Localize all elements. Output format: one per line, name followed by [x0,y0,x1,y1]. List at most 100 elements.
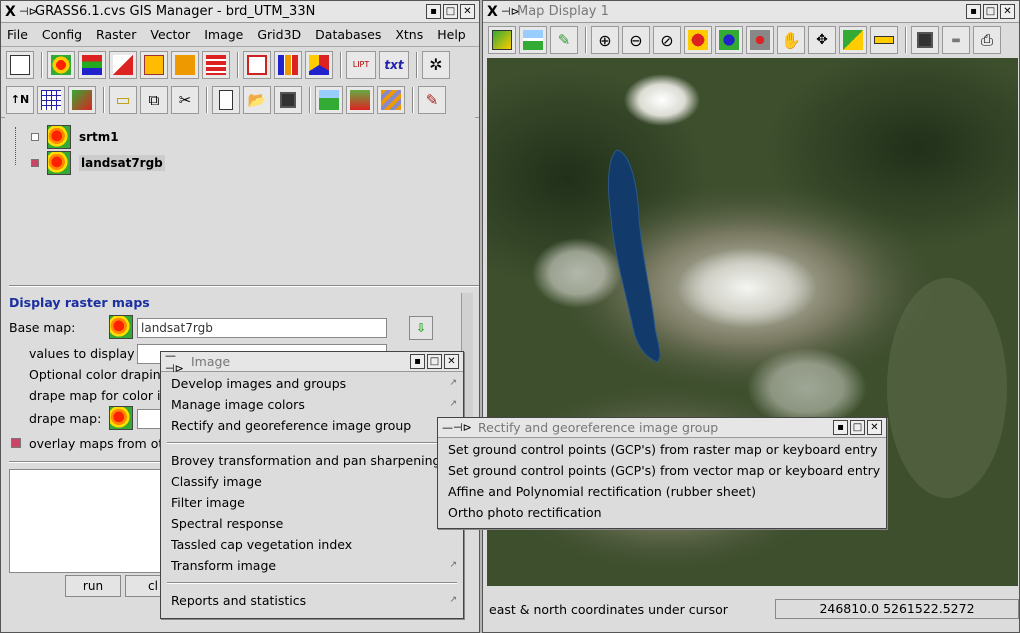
save-icon[interactable] [911,26,939,54]
menu-item-gcp-raster[interactable]: Set ground control points (GCP's) from r… [448,442,878,457]
menu-divider [167,582,457,584]
menu-config[interactable]: Config [42,27,82,42]
raster-layer-icon[interactable] [47,50,75,79]
base-map-raster-icon[interactable] [109,315,133,339]
erase-icon[interactable]: ✎ [550,26,578,54]
minimize-button[interactable]: ▪ [833,420,848,435]
menu-grid3d[interactable]: Grid3D [257,27,301,42]
menu-databases[interactable]: Databases [315,27,381,42]
rectify-menu-titlebar[interactable]: —⊣⊳ Rectify and georeference image group… [438,418,886,438]
rgb-layer-icon[interactable] [78,50,106,79]
menu-item-rectify[interactable]: Rectify and georeference image group [171,418,411,433]
export-dropdown-icon[interactable]: ▬ [942,26,970,54]
menu-item-reports[interactable]: Reports and statistics [171,593,306,608]
menu-item-develop-images[interactable]: Develop images and groups [171,376,346,391]
fly-through-icon[interactable] [346,85,374,114]
maximize-button[interactable]: □ [443,4,458,19]
new-display-icon[interactable] [6,50,34,79]
histogram-icon[interactable] [109,50,137,79]
query-icon[interactable]: ⇩ [409,316,433,340]
close-button[interactable]: ✕ [867,420,882,435]
menu-image[interactable]: Image [204,27,243,42]
pan-icon[interactable]: ✋ [777,26,805,54]
menu-item-gcp-vector[interactable]: Set ground control points (GCP's) from v… [448,463,880,478]
zoom-default-icon[interactable] [746,26,774,54]
new-file-icon[interactable] [212,85,240,114]
pin-icon[interactable]: ⊣⊳ [501,5,520,18]
maximize-button[interactable]: □ [983,4,998,19]
values-label: values to display [29,346,135,361]
query-map-icon[interactable]: ✥ [808,26,836,54]
minimize-button[interactable]: ▪ [410,354,425,369]
cut-icon[interactable]: ✂ [171,85,199,114]
minimize-button[interactable]: ▪ [426,4,441,19]
zoom-map-icon[interactable] [715,26,743,54]
north-arrow-icon[interactable]: ↑N [6,85,34,114]
pane-sash[interactable] [9,285,479,287]
gis-manager-titlebar[interactable]: X ⊣⊳ GRASS6.1.cvs GIS Manager - brd_UTM_… [1,1,479,23]
query-icon[interactable] [839,26,867,54]
label-icon[interactable]: LIPT [346,50,376,79]
save-icon[interactable] [274,85,302,114]
cell-values-icon[interactable] [140,50,168,79]
nviz-icon[interactable] [315,85,343,114]
gear-icon[interactable]: ✲ [422,50,450,79]
menu-item-transform[interactable]: Transform image [171,558,276,573]
pin-icon[interactable]: —⊣⊳ [165,349,191,375]
display-map-icon[interactable] [488,26,516,54]
menu-vector[interactable]: Vector [150,27,190,42]
vector-layer-icon[interactable] [243,50,271,79]
menu-file[interactable]: File [7,27,28,42]
redraw-icon[interactable] [519,26,547,54]
thematic-map-icon[interactable] [305,50,333,79]
zoom-region-icon[interactable] [684,26,712,54]
optional-draping-label: Optional color draping [29,367,169,382]
menu-xtns[interactable]: Xtns [395,27,423,42]
layer-checkbox[interactable] [31,133,39,141]
layer-checkbox[interactable] [31,159,39,167]
maximize-button[interactable]: □ [850,420,865,435]
overlay-checkbox[interactable] [11,438,21,448]
print-icon[interactable]: ⎙ [973,26,1001,54]
group-folder-icon[interactable]: ▭ [109,85,137,114]
menu-item-classify[interactable]: Classify image [171,474,262,489]
menu-item-spectral[interactable]: Spectral response [171,516,283,531]
pin-icon[interactable]: ⊣⊳ [19,5,38,18]
menu-item-manage-colors[interactable]: Manage image colors [171,397,305,412]
grid-icon[interactable] [37,85,65,114]
minimize-button[interactable]: ▪ [966,4,981,19]
layer-name: landsat7rgb [79,155,165,171]
map-display-titlebar[interactable]: X ⊣⊳ Map Display 1 ▪ □ ✕ [483,1,1019,23]
base-map-input[interactable]: landsat7rgb [137,318,387,338]
digitize-icon[interactable]: ✎ [418,85,446,114]
image-menu-titlebar[interactable]: —⊣⊳ Image ▪ □ ✕ [161,349,463,375]
layer-row-landsat7rgb[interactable]: landsat7rgb [15,151,165,175]
cmd-layer-icon[interactable] [68,85,96,114]
zoom-back-icon[interactable]: ⊘ [653,26,681,54]
menu-item-filter[interactable]: Filter image [171,495,245,510]
zoom-out-icon[interactable]: ⊖ [622,26,650,54]
legend-icon[interactable] [202,50,230,79]
menu-help[interactable]: Help [437,27,466,42]
maximize-button[interactable]: □ [427,354,442,369]
measure-icon[interactable] [870,26,898,54]
pin-icon[interactable]: —⊣⊳ [442,421,478,434]
close-button[interactable]: ✕ [444,354,459,369]
drape-map-raster-icon[interactable] [109,406,133,430]
run-button[interactable]: run [65,575,121,597]
close-button[interactable]: ✕ [1000,4,1015,19]
menu-item-tasseled-cap[interactable]: Tassled cap vegetation index [171,537,352,552]
animate-icon[interactable] [377,85,405,114]
chart-icon[interactable] [274,50,302,79]
menu-raster[interactable]: Raster [96,27,136,42]
menu-item-ortho-rectification[interactable]: Ortho photo rectification [448,505,602,520]
open-icon[interactable]: 📂 [243,85,271,114]
close-button[interactable]: ✕ [460,4,475,19]
zoom-in-icon[interactable]: ⊕ [591,26,619,54]
menu-item-affine-rectification[interactable]: Affine and Polynomial rectification (rub… [448,484,756,499]
text-icon[interactable]: txt [379,50,409,79]
layer-row-srtm1[interactable]: srtm1 [15,125,119,149]
menu-item-brovey[interactable]: Brovey transformation and pan sharpening [171,453,441,468]
arrows-icon[interactable] [171,50,199,79]
copy-icon[interactable]: ⧉ [140,85,168,114]
